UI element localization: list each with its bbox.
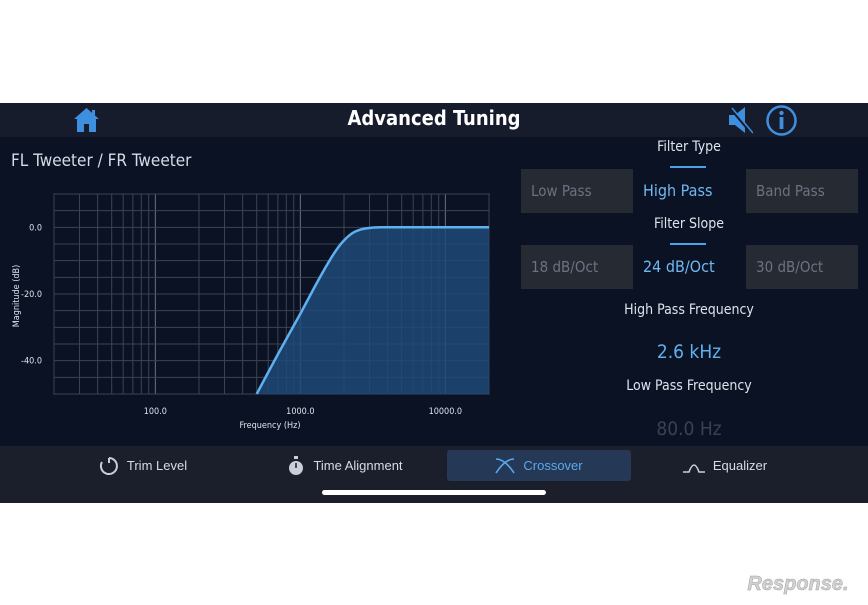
tab-equalizer-label: Equalizer: [712, 458, 768, 473]
high-pass-frequency-label: High Pass Frequency: [624, 302, 754, 318]
tab-trim-level-label: Trim Level: [126, 458, 188, 473]
crossover-chart: 0.0 -20.0 -40.0 100.0 1000.0 10000.0 Frequen…: [12, 193, 490, 431]
filter-slope-option[interactable]: 18 dB/Oct: [521, 245, 633, 289]
y-tick-label: -20.0: [21, 290, 42, 300]
dial-icon: [99, 456, 118, 475]
y-axis-label: Magnitude (dB): [12, 265, 22, 328]
filter-type-label: Filter Type: [657, 139, 721, 155]
low-pass-frequency-value[interactable]: 80.0 Hz: [520, 418, 858, 440]
high-pass-frequency-value[interactable]: 2.6 kHz: [520, 341, 858, 363]
curve-icon: [682, 463, 705, 473]
tab-crossover-label: Crossover: [523, 458, 583, 473]
filter-type-underline: [670, 166, 706, 168]
y-tick-label: -40.0: [21, 357, 42, 367]
filter-type-option[interactable]: Low Pass: [521, 169, 633, 213]
watermark-logo: Response.: [747, 573, 849, 596]
tab-equalizer[interactable]: Equalizer: [670, 450, 780, 481]
low-pass-frequency-label: Low Pass Frequency: [626, 378, 752, 394]
speaker-mute-icon[interactable]: [727, 105, 753, 135]
channel-title: FL Tweeter / FR Tweeter: [11, 151, 192, 171]
home-indicator[interactable]: [322, 490, 546, 495]
x-axis-label: Frequency (Hz): [240, 421, 301, 431]
info-icon[interactable]: [765, 104, 798, 137]
tab-time-alignment[interactable]: Time Alignment: [270, 450, 420, 481]
top-bar: Advanced Tuning: [0, 103, 868, 137]
filter-type-option[interactable]: Band Pass: [746, 169, 858, 213]
x-tick-label: 100.0: [144, 407, 167, 417]
filter-slope-option[interactable]: 24 dB/Oct: [633, 245, 745, 289]
stopwatch-icon: [289, 455, 304, 475]
tab-crossover[interactable]: Crossover: [447, 450, 631, 481]
tab-time-alignment-label: Time Alignment: [313, 458, 403, 473]
watermark-text: Response.: [747, 573, 848, 595]
x-tick-label: 10000.0: [429, 407, 462, 417]
filter-slope-option[interactable]: 30 dB/Oct: [746, 245, 858, 289]
x-tick-label: 1000.0: [286, 407, 314, 417]
crossover-icon: [495, 457, 516, 473]
y-tick-label: 0.0: [29, 223, 42, 233]
filter-slope-label: Filter Slope: [653, 216, 725, 232]
filter-type-option[interactable]: High Pass: [633, 169, 745, 213]
tab-trim-level[interactable]: Trim Level: [88, 450, 198, 481]
app-screen: Advanced Tuning FL Tweeter / FR Tweeter …: [0, 103, 868, 503]
